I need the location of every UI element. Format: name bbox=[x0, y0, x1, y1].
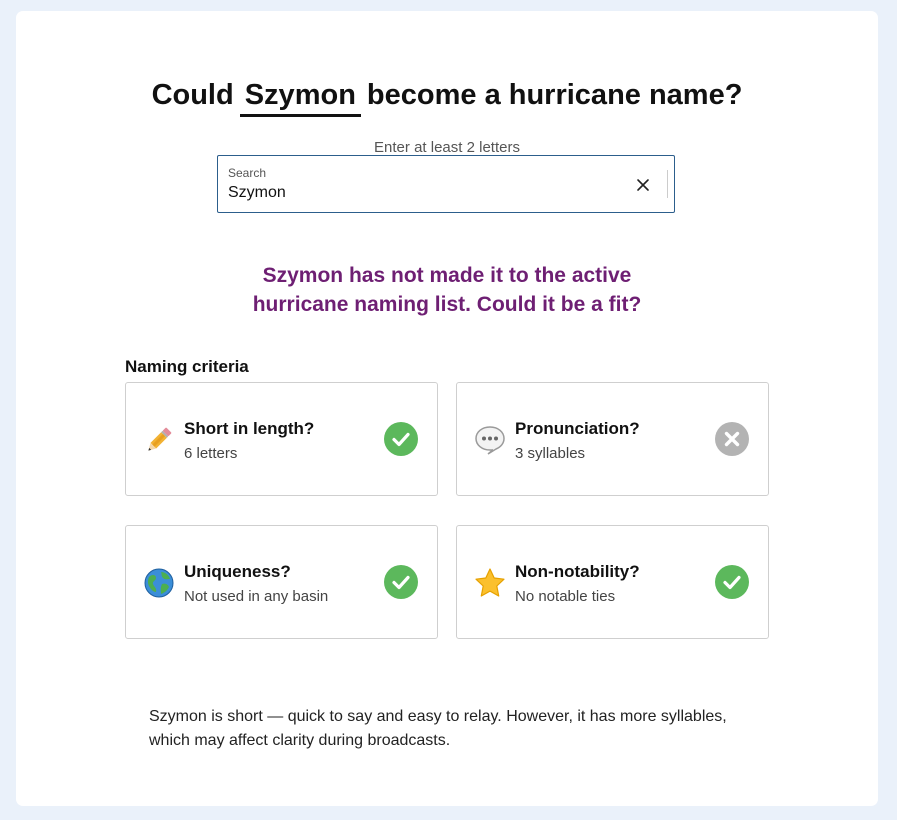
title-prefix: Could bbox=[151, 79, 234, 111]
search-hint: Enter at least 2 letters bbox=[374, 139, 520, 156]
criterion-detail: Not used in any basin bbox=[184, 588, 329, 605]
search-divider bbox=[667, 170, 668, 198]
check-icon bbox=[384, 422, 418, 456]
star-icon bbox=[474, 567, 506, 599]
globe-icon bbox=[143, 567, 175, 599]
clear-icon[interactable] bbox=[634, 176, 652, 194]
main-card: Could Szymon become a hurricane name? Ente… bbox=[16, 11, 878, 806]
criterion-detail: No notable ties bbox=[515, 588, 616, 605]
criterion-title: Pronunciation? bbox=[515, 419, 640, 438]
check-icon bbox=[384, 565, 418, 599]
criterion-card-pronunciation: Pronunciation? 3 syllables bbox=[456, 382, 769, 496]
criterion-card-uniqueness: Uniqueness? Not used in any basin bbox=[125, 525, 438, 639]
criterion-detail: 3 syllables bbox=[515, 445, 586, 462]
criterion-title: Non-notability? bbox=[515, 562, 640, 581]
criterion-card-length: Short in length? 6 letters bbox=[125, 382, 438, 496]
criterion-title: Short in length? bbox=[184, 419, 315, 438]
title-suffix: become a hurricane name? bbox=[366, 79, 743, 111]
criterion-detail: 6 letters bbox=[184, 445, 238, 462]
search-input[interactable] bbox=[228, 184, 608, 202]
pencil-icon bbox=[143, 424, 175, 456]
criterion-title: Uniqueness? bbox=[184, 562, 291, 581]
check-icon bbox=[715, 565, 749, 599]
summary-text: Szymon is short — quick to say and easy … bbox=[149, 708, 727, 749]
result-line-1: Szymon has not made it to the active bbox=[262, 264, 632, 287]
criterion-card-non-notability: Non-notability? No notable ties bbox=[456, 525, 769, 639]
title-name: Szymon bbox=[239, 79, 361, 117]
result-message: Szymon has not made it to the active hur… bbox=[16, 261, 878, 319]
search-box[interactable]: Search bbox=[217, 155, 675, 213]
criteria-heading: Naming criteria bbox=[125, 357, 249, 376]
speech-bubble-icon bbox=[474, 424, 506, 456]
search-label: Search bbox=[228, 166, 267, 180]
x-icon bbox=[715, 422, 749, 456]
result-line-2: hurricane naming list. Could it be a fit… bbox=[252, 293, 642, 316]
page-title: Could Szymon become a hurricane name? bbox=[16, 79, 878, 117]
